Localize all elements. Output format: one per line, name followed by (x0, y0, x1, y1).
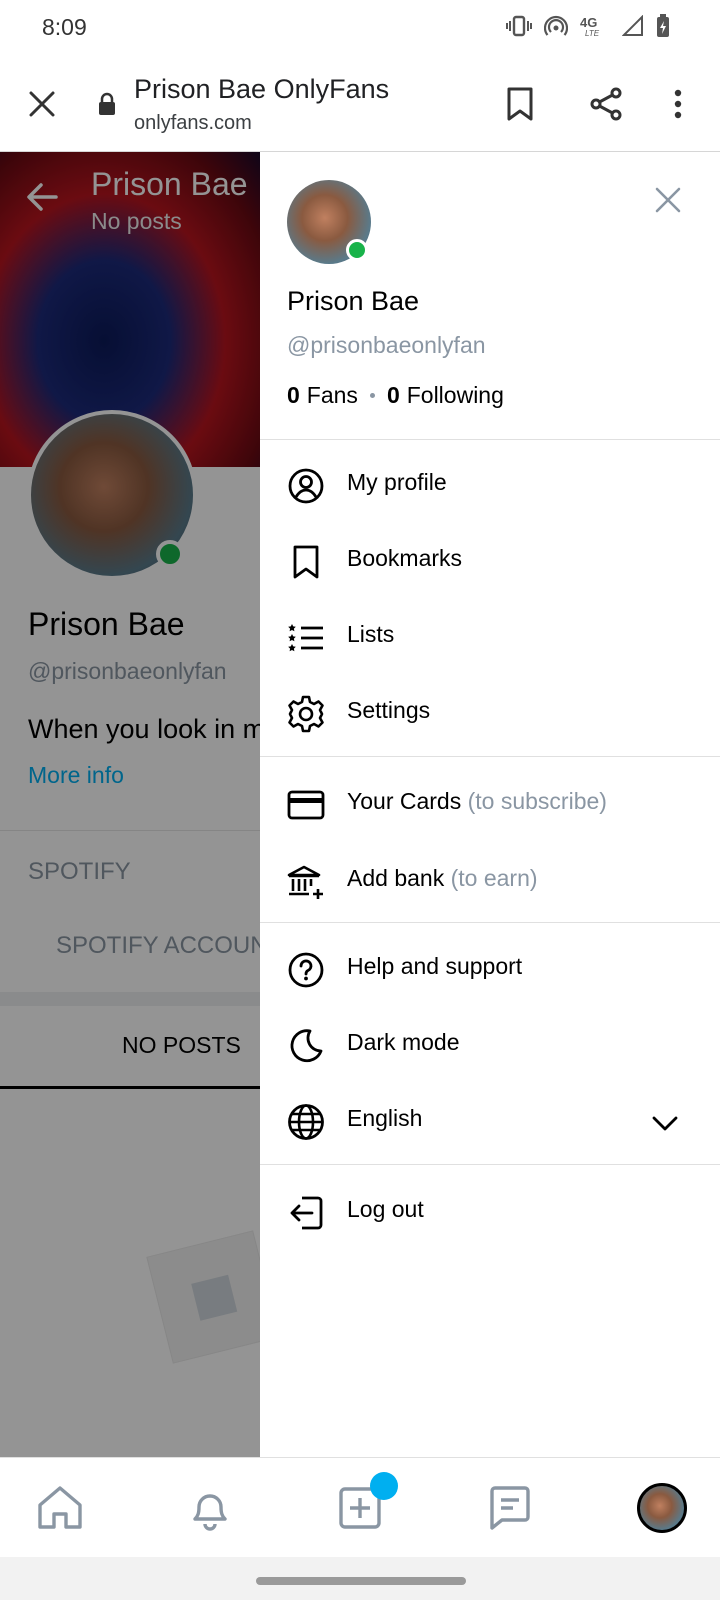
divider (260, 1164, 720, 1165)
bookmark-icon (507, 87, 533, 121)
status-time: 8:09 (42, 14, 87, 40)
vibrate-icon (506, 15, 532, 37)
gesture-area (0, 1557, 720, 1600)
help-icon (286, 950, 326, 990)
moon-icon (286, 1026, 326, 1066)
menu-item-language[interactable]: English (260, 1084, 720, 1156)
menu-item-settings[interactable]: Settings (260, 676, 720, 748)
share-button[interactable] (584, 80, 628, 128)
nav-notifications[interactable] (182, 1480, 238, 1536)
menu-item-lists[interactable]: Lists (260, 600, 720, 672)
fan-stats: 0 Fans 0 Following (287, 382, 504, 409)
menu-label: Add bank (to earn) (347, 865, 538, 892)
browser-toolbar: Prison Bae OnlyFans onlyfans.com (0, 56, 720, 152)
menu-item-log-out[interactable]: Log out (260, 1175, 720, 1247)
signal-icon (622, 15, 643, 36)
close-icon (29, 91, 55, 117)
credit-card-icon (286, 785, 326, 825)
share-icon (590, 87, 622, 121)
menu-label: Bookmarks (347, 545, 463, 571)
menu-item-your-cards[interactable]: Your Cards (to subscribe) (260, 767, 720, 839)
gear-icon (286, 694, 326, 734)
gesture-bar[interactable] (256, 1577, 466, 1585)
divider (260, 439, 720, 440)
more-vert-icon (674, 89, 682, 119)
menu-item-dark-mode[interactable]: Dark mode (260, 1008, 720, 1080)
add-bank-label: Add bank (347, 865, 445, 891)
menu-item-bookmarks[interactable]: Bookmarks (260, 524, 720, 596)
divider (260, 922, 720, 923)
drawer-scrim[interactable] (0, 152, 260, 1457)
fans-label[interactable]: Fans (307, 382, 358, 409)
user-circle-icon (286, 466, 326, 506)
close-drawer-button[interactable] (646, 178, 690, 222)
list-icon (286, 618, 326, 658)
page-title: Prison Bae OnlyFans (134, 74, 390, 104)
bottom-nav (0, 1457, 720, 1557)
globe-icon (286, 1102, 326, 1142)
add-bank-hint: (to earn) (450, 865, 538, 891)
close-icon (655, 187, 681, 213)
your-cards-label: Your Cards (347, 788, 462, 814)
nav-profile-avatar[interactable] (637, 1483, 687, 1533)
menu-item-help-support[interactable]: Help and support (260, 932, 720, 1004)
lte-icon: 4GLTE (580, 15, 600, 37)
separator-dot (369, 393, 375, 398)
home-icon (38, 1486, 82, 1529)
bookmark-icon (286, 542, 326, 582)
menu-label: My profile (347, 469, 447, 495)
menu-label: Log out (347, 1196, 424, 1222)
more-options-button[interactable] (660, 80, 696, 128)
side-menu-drawer: Prison Bae @prisonbaeonlyfan 0 Fans 0 Fo… (260, 152, 720, 1457)
drawer-handle: @prisonbaeonlyfan (287, 332, 486, 358)
chat-icon (490, 1486, 530, 1530)
following-count: 0 (386, 382, 400, 408)
close-tab-button[interactable] (20, 82, 64, 126)
menu-label: English (347, 1105, 423, 1131)
menu-label: Lists (347, 621, 395, 647)
your-cards-hint: (to subscribe) (467, 788, 607, 814)
bell-icon (193, 1494, 227, 1531)
bookmark-page-button[interactable] (498, 80, 542, 128)
nav-messages[interactable] (482, 1480, 538, 1536)
divider (260, 756, 720, 757)
chevron-down-icon[interactable] (645, 1104, 685, 1144)
logout-icon (286, 1193, 326, 1233)
menu-label: Dark mode (347, 1029, 460, 1055)
menu-item-add-bank[interactable]: Add bank (to earn) (260, 844, 720, 916)
menu-item-my-profile[interactable]: My profile (260, 448, 720, 520)
fans-count: 0 (287, 382, 300, 408)
nav-home[interactable] (32, 1480, 88, 1536)
drawer-name: Prison Bae (287, 286, 420, 316)
page-url[interactable]: onlyfans.com (134, 112, 252, 135)
notification-badge (370, 1472, 398, 1500)
svg-text:4G: 4G (580, 15, 597, 30)
bank-icon (286, 862, 326, 902)
battery-icon (657, 14, 669, 37)
menu-label: Settings (347, 697, 431, 723)
online-indicator (346, 239, 368, 261)
following-label[interactable]: Following (407, 382, 504, 409)
status-bar: 8:09 4G LTE (0, 0, 720, 56)
status-icons: 4G LTE (506, 14, 670, 38)
menu-label: Help and support (347, 953, 523, 979)
lock-icon (99, 92, 115, 115)
hotspot-icon (544, 15, 568, 36)
menu-label: Your Cards (to subscribe) (347, 788, 607, 815)
svg-text:LTE: LTE (585, 29, 600, 37)
